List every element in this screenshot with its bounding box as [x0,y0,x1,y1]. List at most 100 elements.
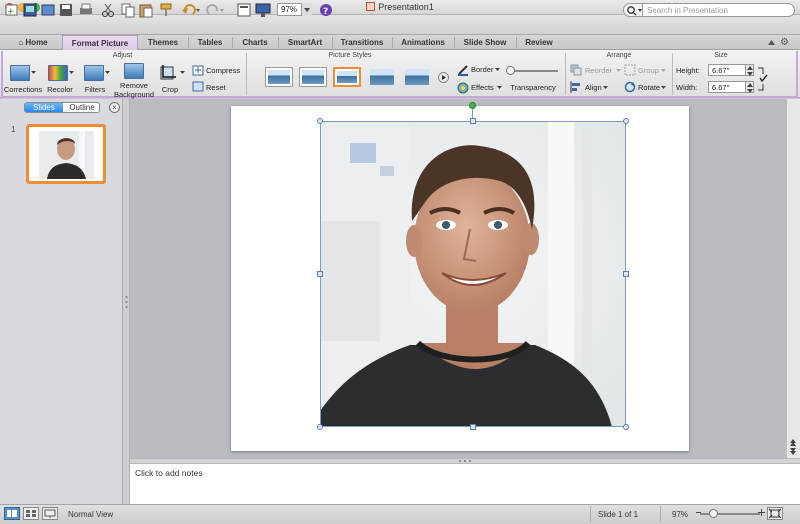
picture-style-1[interactable] [265,67,293,87]
recolor-chevron-down-icon[interactable] [69,70,74,75]
collapse-ribbon-icon[interactable] [766,37,777,48]
normal-view-icon[interactable] [4,507,20,520]
resize-handle-top-left[interactable] [317,118,323,124]
redo-icon[interactable] [205,2,224,18]
remove-background-icon[interactable] [124,63,144,79]
tab-review[interactable]: Review [518,35,560,50]
tab-tables[interactable]: Tables [190,35,230,50]
lock-aspect-ratio-icon[interactable] [757,66,769,92]
align-chevron-down-icon[interactable] [603,85,608,90]
slide-navigation-arrows-icon[interactable] [788,438,798,456]
rotate-chevron-down-icon[interactable] [661,85,666,90]
height-input[interactable]: 6.67" [708,64,746,76]
picture-style-2[interactable] [299,67,327,87]
resize-handle-top[interactable] [470,118,476,124]
slideshow-icon[interactable] [255,2,271,18]
new-slide-icon[interactable]: + [4,2,20,18]
slide-show-view-icon[interactable] [42,507,58,520]
group-button[interactable]: Group [638,66,662,75]
print-icon[interactable] [78,2,94,18]
corrections-button[interactable]: Corrections [3,85,43,94]
transparency-slider-track[interactable] [508,70,558,72]
align-icon[interactable] [570,81,582,93]
zoom-out-icon[interactable] [696,510,701,515]
resize-handle-right[interactable] [623,271,629,277]
picture-style-4[interactable] [368,67,396,87]
zoom-dropdown-chevron-icon[interactable] [301,3,312,16]
tab-smartart[interactable]: SmartArt [280,35,330,50]
slide-thumbnail[interactable] [26,124,106,184]
reset-icon[interactable] [192,81,204,92]
more-styles-arrow-icon[interactable] [438,72,449,83]
tab-slide-show[interactable]: Slide Show [456,35,514,50]
reset-button[interactable]: Reset [206,83,236,92]
compress-icon[interactable] [192,65,204,76]
undo-icon[interactable] [181,2,200,18]
border-chevron-down-icon[interactable] [495,67,500,72]
resize-handle-left[interactable] [317,271,323,277]
compress-button[interactable]: Compress [206,66,242,75]
effects-chevron-down-icon[interactable] [497,85,502,90]
group-icon[interactable] [624,64,636,76]
copy-icon[interactable] [120,2,136,18]
close-panel-icon[interactable]: × [109,102,120,113]
width-input[interactable]: 6.67" [708,81,746,93]
splitter-grip-icon[interactable] [125,295,128,309]
picture-style-5[interactable] [403,67,431,87]
remove-background-button[interactable]: Remove Background [112,81,156,99]
search-input[interactable]: Search in Presentation [643,3,795,17]
reorder-icon[interactable] [570,64,582,76]
crop-button[interactable]: Crop [158,85,182,94]
reorder-chevron-down-icon[interactable] [616,68,621,73]
templates-icon[interactable] [40,2,56,18]
search-scope-dropdown[interactable] [623,3,643,17]
paste-icon[interactable] [138,2,154,18]
reorder-button[interactable]: Reorder [585,66,615,75]
ribbon-settings-gear-icon[interactable]: ⚙ [780,37,796,48]
picture-style-3[interactable] [333,67,361,87]
notes-placeholder[interactable]: Click to add notes [135,468,203,478]
filters-icon[interactable] [84,65,104,81]
tab-charts[interactable]: Charts [234,35,276,50]
resize-handle-top-right[interactable] [623,118,629,124]
group-chevron-down-icon[interactable] [661,68,666,73]
effects-icon[interactable] [457,82,469,94]
height-stepper[interactable] [746,64,754,76]
resize-handle-bottom-left[interactable] [317,424,323,430]
resize-handle-bottom[interactable] [470,424,476,430]
tab-slides[interactable]: Slides [25,103,63,112]
vertical-scrollbar[interactable] [786,99,800,458]
transparency-slider-knob[interactable] [506,66,515,75]
resize-handle-bottom-right[interactable] [623,424,629,430]
zoom-in-icon[interactable] [758,509,765,516]
format-painter-icon[interactable] [158,2,174,18]
tab-format-picture[interactable]: Format Picture [62,35,138,50]
tab-home[interactable]: ⌂ Home [8,35,58,50]
corrections-icon[interactable] [10,65,30,81]
corrections-chevron-down-icon[interactable] [31,70,36,75]
tab-transitions[interactable]: Transitions [334,35,390,50]
slide-layout-icon[interactable] [236,2,252,18]
tab-animations[interactable]: Animations [394,35,452,50]
slide-sorter-view-icon[interactable] [23,507,39,520]
cut-icon[interactable] [100,2,116,18]
save-icon[interactable] [58,2,74,18]
border-pen-icon[interactable] [457,64,469,76]
crop-icon[interactable] [158,64,178,82]
recolor-icon[interactable] [48,65,68,81]
help-icon[interactable]: ? [319,3,333,17]
filters-chevron-down-icon[interactable] [105,70,110,75]
tab-outline[interactable]: Outline [63,103,99,112]
tab-themes[interactable]: Themes [140,35,186,50]
width-stepper[interactable] [746,81,754,93]
fit-to-window-icon[interactable] [767,507,783,520]
rotation-handle[interactable] [469,102,476,109]
zoom-slider-knob[interactable] [709,509,718,518]
recolor-button[interactable]: Recolor [44,85,76,94]
notes-pane[interactable] [130,464,800,504]
notes-splitter-grip-icon[interactable] [458,459,472,463]
rotate-icon[interactable] [624,81,636,93]
media-browser-icon[interactable] [22,2,38,18]
crop-chevron-down-icon[interactable] [180,70,185,75]
filters-button[interactable]: Filters [80,85,110,94]
